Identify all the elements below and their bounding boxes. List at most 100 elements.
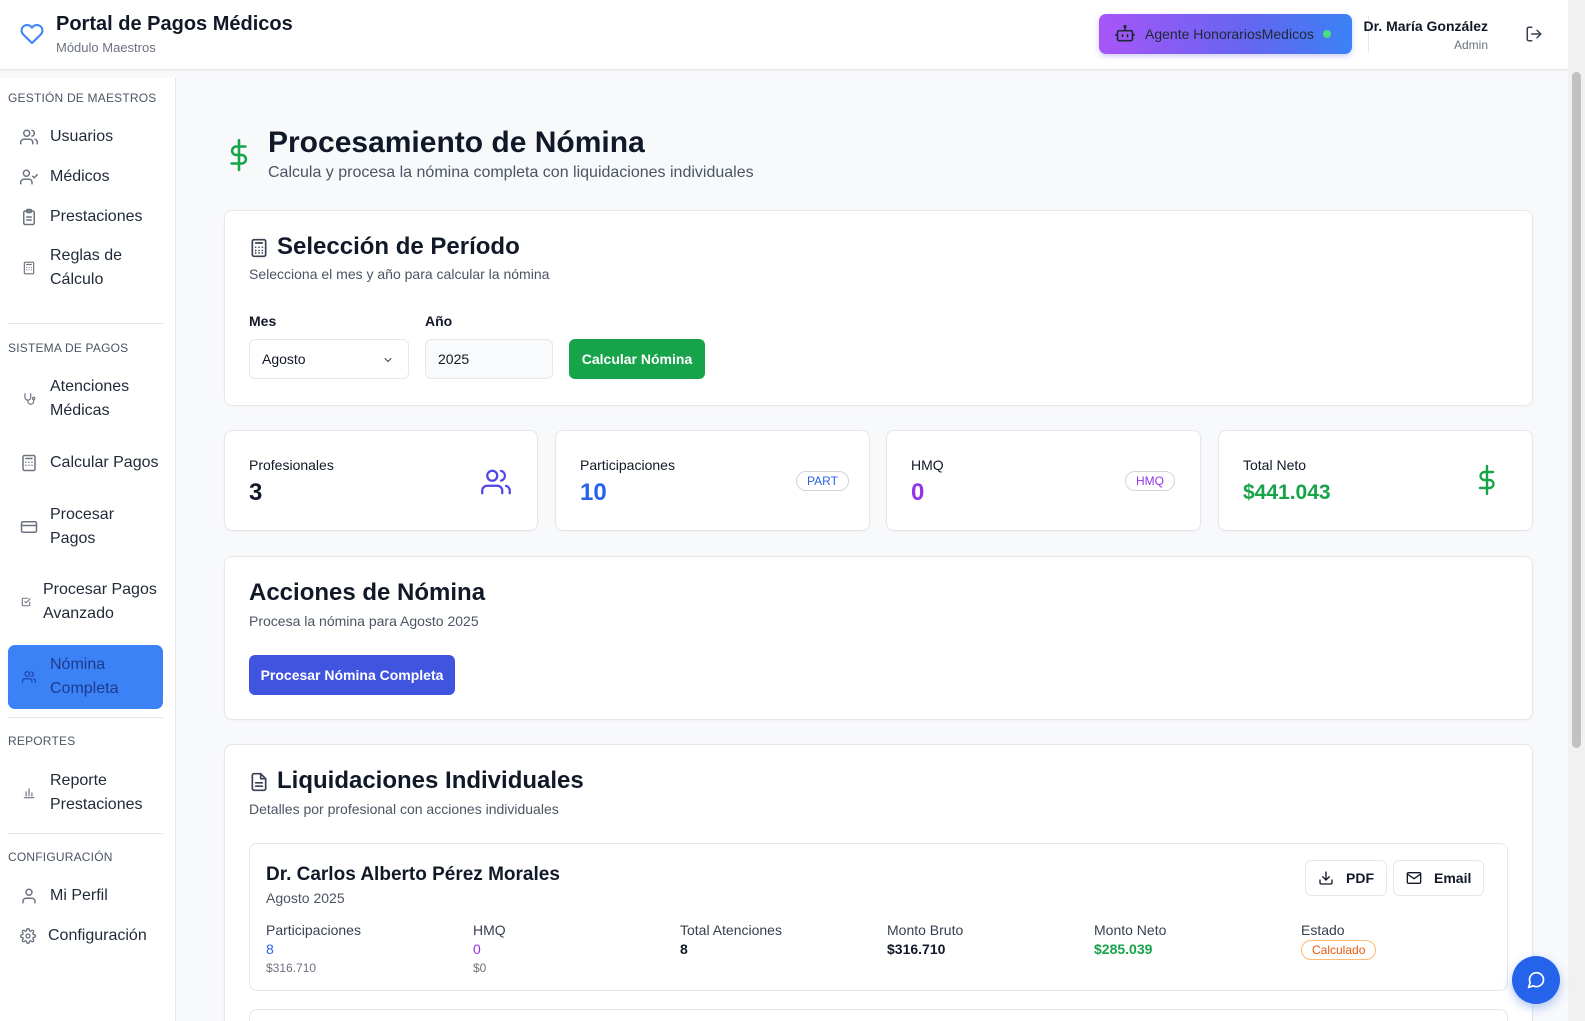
month-select[interactable]: Agosto bbox=[249, 339, 409, 379]
sidebar-item-label: Nómina Completa bbox=[50, 656, 119, 697]
period-card-description: Selecciona el mes y año para calcular la… bbox=[249, 266, 550, 282]
individual-settlements-card: Liquidaciones Individuales Detalles por … bbox=[224, 744, 1533, 1021]
month-select-value: Agosto bbox=[262, 351, 306, 367]
stat-card-participaciones: Participaciones 10 PART bbox=[555, 430, 870, 531]
logout-icon[interactable] bbox=[1525, 25, 1543, 43]
stat-label: Profesionales bbox=[249, 457, 334, 473]
sidebar-divider bbox=[8, 323, 163, 324]
participaciones-amount: $316.710 bbox=[266, 961, 317, 975]
credit-card-icon bbox=[20, 521, 38, 533]
sidebar-item-label: Usuarios bbox=[50, 128, 114, 145]
doctor-name: Dr. Carlos Alberto Pérez Morales bbox=[266, 864, 560, 885]
stat-label: Participaciones bbox=[580, 457, 675, 473]
send-email-button[interactable]: Email bbox=[1393, 860, 1485, 896]
sidebar-item-label: Mi Perfil bbox=[50, 887, 108, 904]
sidebar-item-procesar-pagos[interactable]: Procesar Pagos bbox=[8, 502, 163, 552]
sidebar-item-procesar-pagos-avanzado[interactable]: Procesar Pagos Avanzado bbox=[8, 566, 163, 638]
settlement-item bbox=[249, 1009, 1508, 1021]
sidebar-item-reporte-prestaciones[interactable]: Reporte Prestaciones bbox=[8, 768, 163, 818]
part-badge: PART bbox=[796, 471, 849, 491]
section-title-pagos: SISTEMA DE PAGOS bbox=[8, 341, 129, 355]
year-label: Año bbox=[425, 313, 453, 329]
chat-bubble-icon bbox=[1527, 971, 1545, 989]
stat-label: Total Neto bbox=[1243, 457, 1307, 473]
calculator-icon bbox=[251, 238, 267, 258]
month-label: Mes bbox=[249, 313, 277, 329]
sidebar: GESTIÓN DE MAESTROS Usuarios Médicos Pre… bbox=[0, 78, 176, 1021]
calculate-payroll-button[interactable]: Calcular Nómina bbox=[569, 339, 705, 379]
top-header: Portal de Pagos Médicos Módulo Maestros … bbox=[0, 0, 1568, 70]
page-scrollbar[interactable] bbox=[1568, 0, 1585, 1021]
bar-chart-icon bbox=[23, 788, 35, 799]
sidebar-divider bbox=[8, 717, 163, 718]
download-icon bbox=[1319, 871, 1333, 885]
process-full-payroll-button[interactable]: Procesar Nómina Completa bbox=[249, 655, 455, 695]
pdf-button-label: PDF bbox=[1346, 870, 1374, 886]
sidebar-item-label: Prestaciones bbox=[50, 208, 143, 225]
sidebar-item-label: Atenciones Médicas bbox=[50, 378, 130, 419]
gear-icon bbox=[20, 928, 36, 944]
dollar-icon bbox=[1478, 464, 1495, 496]
hmq-value: 0 bbox=[473, 941, 481, 957]
stethoscope-icon bbox=[24, 393, 36, 405]
section-title-configuracion: CONFIGURACIÓN bbox=[8, 850, 113, 864]
sidebar-item-label: Reglas de Cálculo bbox=[50, 247, 123, 288]
monto-bruto-value: $316.710 bbox=[887, 941, 946, 957]
monto-neto-value: $285.039 bbox=[1094, 941, 1153, 957]
chat-button[interactable] bbox=[1512, 956, 1560, 1004]
calculator-icon bbox=[22, 454, 36, 472]
hmq-amount: $0 bbox=[473, 961, 487, 975]
stat-label: HMQ bbox=[911, 457, 944, 473]
scrollbar-thumb[interactable] bbox=[1572, 72, 1581, 748]
total-atenciones-value: 8 bbox=[680, 941, 688, 957]
email-button-label: Email bbox=[1434, 870, 1472, 886]
sidebar-item-prestaciones[interactable]: Prestaciones bbox=[8, 203, 163, 231]
settlement-item: Dr. Carlos Alberto Pérez Morales Agosto … bbox=[249, 843, 1508, 991]
calculator-icon bbox=[23, 261, 35, 275]
sidebar-item-atenciones[interactable]: Atenciones Médicas bbox=[8, 374, 163, 424]
agent-button[interactable]: Agente HonorariosMedicos bbox=[1099, 14, 1352, 54]
users-icon bbox=[22, 671, 36, 683]
agent-button-label: Agente HonorariosMedicos bbox=[1145, 26, 1314, 42]
sidebar-item-configuracion[interactable]: Configuración bbox=[8, 922, 163, 950]
settlement-period: Agosto 2025 bbox=[266, 890, 345, 906]
stat-card-hmq: HMQ 0 HMQ bbox=[886, 430, 1201, 531]
sidebar-item-mi-perfil[interactable]: Mi Perfil bbox=[8, 882, 163, 910]
status-badge: Calculado bbox=[1301, 940, 1377, 960]
check-square-icon bbox=[21, 597, 31, 607]
stat-value: 10 bbox=[580, 479, 607, 506]
clipboard-icon bbox=[23, 208, 35, 226]
user-name: Dr. María González bbox=[1363, 18, 1488, 34]
settlements-card-title: Liquidaciones Individuales bbox=[277, 767, 584, 794]
total-atenciones-label: Total Atenciones bbox=[680, 922, 782, 938]
year-input[interactable]: 2025 bbox=[425, 339, 553, 379]
page-title: Procesamiento de Nómina bbox=[268, 126, 645, 159]
period-selection-card: Selección de Período Selecciona el mes y… bbox=[224, 210, 1533, 406]
stat-value: $441.043 bbox=[1243, 481, 1331, 504]
users-icon bbox=[481, 469, 511, 495]
heart-icon bbox=[20, 24, 44, 44]
sidebar-item-usuarios[interactable]: Usuarios bbox=[8, 123, 163, 151]
users-icon bbox=[20, 129, 38, 145]
estado-label: Estado bbox=[1301, 922, 1345, 938]
app-subtitle: Módulo Maestros bbox=[56, 40, 156, 55]
sidebar-item-calcular-pagos[interactable]: Calcular Pagos bbox=[8, 438, 163, 488]
actions-card-description: Procesa la nómina para Agosto 2025 bbox=[249, 613, 479, 629]
user-role: Admin bbox=[1453, 38, 1488, 52]
page-subtitle: Calcula y procesa la nómina completa con… bbox=[268, 164, 754, 181]
section-title-maestros: GESTIÓN DE MAESTROS bbox=[8, 91, 157, 105]
chevron-down-icon bbox=[384, 358, 392, 362]
stat-value: 3 bbox=[249, 479, 263, 506]
participaciones-label: Participaciones bbox=[266, 922, 361, 938]
sidebar-item-reglas-calculo[interactable]: Reglas de Cálculo bbox=[8, 243, 163, 293]
sidebar-item-label: Calcular Pagos bbox=[50, 454, 159, 471]
sidebar-item-medicos[interactable]: Médicos bbox=[8, 163, 163, 191]
user-icon bbox=[22, 888, 36, 904]
sidebar-item-label: Reporte Prestaciones bbox=[50, 772, 143, 813]
period-card-title: Selección de Período bbox=[277, 233, 520, 260]
hmq-badge: HMQ bbox=[1125, 471, 1175, 491]
download-pdf-button[interactable]: PDF bbox=[1305, 860, 1387, 896]
sidebar-item-nomina-completa[interactable]: Nómina Completa bbox=[8, 645, 163, 709]
sidebar-item-label: Procesar Pagos Avanzado bbox=[43, 581, 157, 622]
monto-neto-label: Monto Neto bbox=[1094, 922, 1167, 938]
